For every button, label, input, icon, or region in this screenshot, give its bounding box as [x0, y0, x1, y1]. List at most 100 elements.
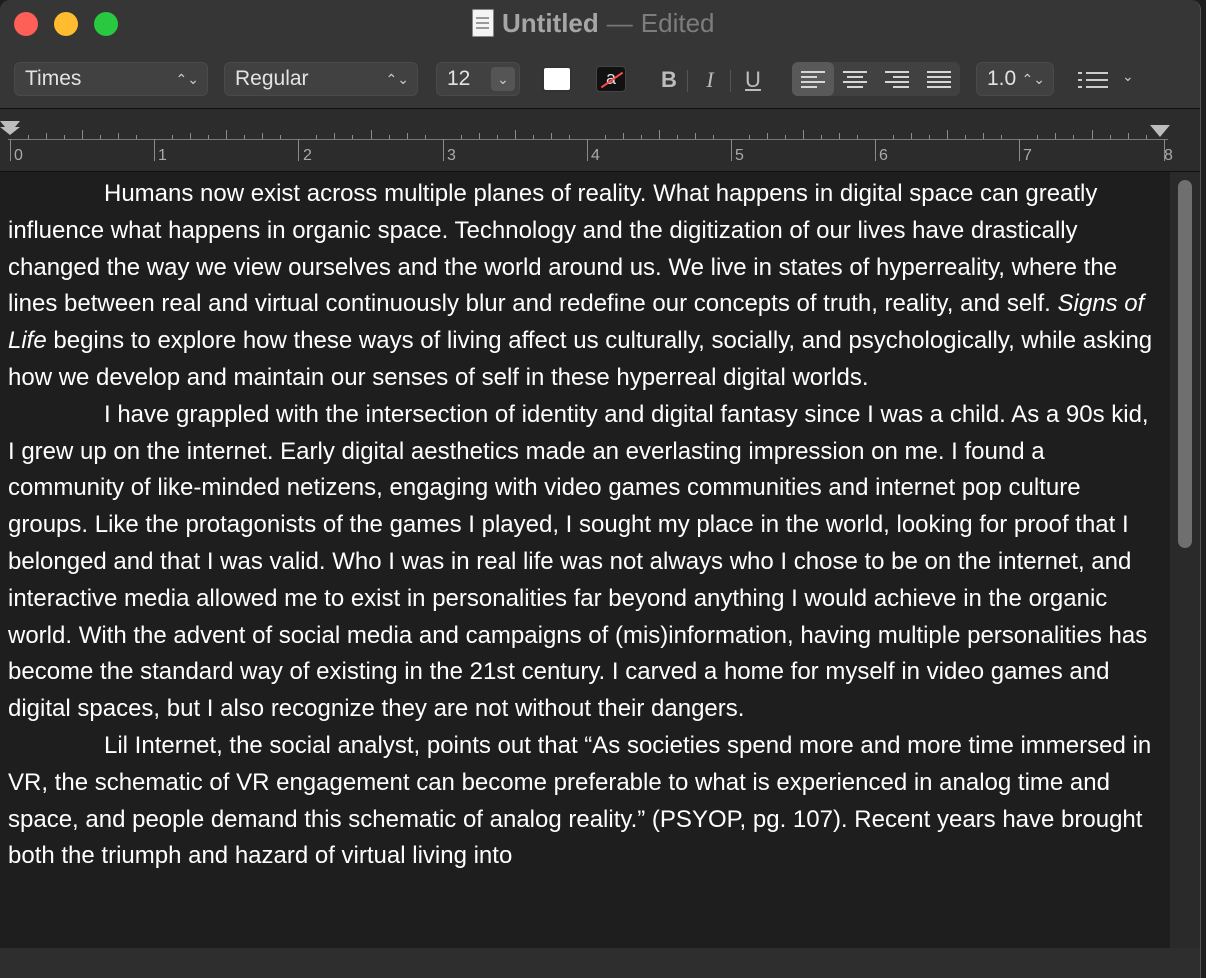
chevron-down-icon[interactable]: ⌄ [1122, 68, 1134, 85]
format-toolbar: Times ⌃⌄ Regular ⌃⌄ 12 ⌄ a B I U [0, 48, 1200, 109]
align-center-icon [843, 71, 867, 88]
ruler-baseline [8, 139, 1168, 140]
ruler-tick [622, 133, 624, 139]
ruler-tick [496, 135, 498, 139]
ruler-tick [226, 130, 228, 139]
paragraph[interactable]: Lil Internet, the social analyst, points… [8, 728, 1156, 875]
font-size-combo[interactable]: 12 ⌄ [436, 62, 520, 96]
ruler-number: 8 [1164, 147, 1173, 164]
ruler-tick [712, 135, 714, 139]
ruler-tick [640, 135, 642, 139]
textedit-window: Untitled — Edited Times ⌃⌄ Regular ⌃⌄ 12… [0, 0, 1201, 978]
ruler-tick [857, 135, 859, 139]
ruler-tick [1001, 135, 1003, 139]
ruler-number: 6 [879, 147, 888, 164]
title-bar[interactable]: Untitled — Edited [0, 0, 1200, 48]
ruler-tick [1055, 133, 1057, 139]
ruler-number: 4 [591, 147, 600, 164]
ruler-tick [154, 139, 156, 161]
ruler-tick [767, 133, 769, 139]
ruler-tick [893, 135, 895, 139]
zoom-window-button[interactable] [94, 12, 118, 36]
ruler-tick [370, 130, 372, 139]
ruler-tick [406, 133, 408, 139]
font-style-value: Regular [235, 67, 309, 90]
ruler-tick [911, 133, 913, 139]
align-right-button[interactable] [876, 62, 918, 96]
align-right-icon [885, 71, 909, 88]
ruler-tick [749, 135, 751, 139]
chevron-down-icon[interactable]: ⌄ [491, 67, 515, 91]
ruler-number: 7 [1023, 147, 1032, 164]
ruler-tick [1145, 135, 1147, 139]
minimize-window-button[interactable] [54, 12, 78, 36]
ruler-number: 5 [735, 147, 744, 164]
italic-button[interactable]: I [695, 66, 725, 94]
left-indent-marker[interactable] [0, 127, 20, 135]
document-body[interactable]: Humans now exist across multiple planes … [0, 172, 1170, 875]
line-spacing-popup[interactable]: 1.0 ⌃⌄ [976, 62, 1054, 96]
ruler-tick [244, 135, 246, 139]
ruler-tick [550, 133, 552, 139]
ruler-tick [1073, 135, 1075, 139]
ruler-tick [46, 133, 48, 139]
ruler-tick [1037, 135, 1039, 139]
align-center-button[interactable] [834, 62, 876, 96]
paragraph[interactable]: Humans now exist across multiple planes … [8, 176, 1156, 397]
ruler-tick [1127, 133, 1129, 139]
ruler-number: 2 [303, 147, 312, 164]
scrollbar-thumb[interactable] [1178, 180, 1192, 548]
font-size-value[interactable]: 12 [447, 67, 470, 90]
underline-button[interactable]: U [738, 66, 768, 94]
up-down-chevron-icon: ⌃⌄ [385, 71, 409, 87]
ruler-tick [875, 139, 877, 161]
justify-icon [927, 71, 951, 88]
font-style-popup[interactable]: Regular ⌃⌄ [224, 62, 418, 96]
ruler-tick [839, 133, 841, 139]
ruler-tick [568, 135, 570, 139]
ruler-tick [676, 135, 678, 139]
right-indent-marker[interactable] [1150, 125, 1170, 137]
ruler-tick [604, 135, 606, 139]
ruler[interactable]: 0 1 2 3 4 5 6 7 8 [0, 109, 1200, 172]
title-separator: — [606, 7, 633, 38]
line-spacing-value: 1.0 [987, 67, 1017, 90]
ruler-tick [280, 135, 282, 139]
ruler-tick [442, 139, 444, 161]
font-family-value: Times [25, 67, 82, 90]
justify-button[interactable] [918, 62, 960, 96]
close-window-button[interactable] [14, 12, 38, 36]
ruler-number: 3 [447, 147, 456, 164]
up-down-chevron-icon: ⌃⌄ [175, 71, 199, 87]
background-color-well[interactable]: a [596, 66, 626, 92]
ruler-tick [785, 135, 787, 139]
list-bullets-button[interactable] [1078, 70, 1112, 90]
paragraph[interactable]: I have grappled with the intersection of… [8, 397, 1156, 728]
document-icon[interactable] [472, 9, 494, 37]
document-text-area[interactable]: Humans now exist across multiple planes … [0, 172, 1170, 948]
ruler-tick [1019, 139, 1021, 161]
vertical-scrollbar[interactable] [1170, 172, 1200, 948]
ruler-tick [136, 135, 138, 139]
window-title[interactable]: Untitled — Edited [472, 8, 715, 38]
ruler-tick [208, 135, 210, 139]
ruler-tick [803, 130, 805, 139]
text-color-well[interactable] [542, 66, 572, 92]
ruler-tick [965, 135, 967, 139]
divider [687, 70, 688, 92]
ruler-tick [262, 133, 264, 139]
align-left-button[interactable] [792, 62, 834, 96]
paragraph-text: Lil Internet, the social analyst, points… [8, 731, 1152, 870]
ruler-tick [100, 135, 102, 139]
align-left-icon [801, 71, 825, 88]
ruler-tick [1091, 130, 1093, 139]
ruler-tick [947, 130, 949, 139]
ruler-tick [1109, 135, 1111, 139]
alignment-segmented-control [792, 62, 960, 96]
ruler-tick [424, 135, 426, 139]
font-family-popup[interactable]: Times ⌃⌄ [14, 62, 208, 96]
ruler-tick [514, 130, 516, 139]
ruler-tick [82, 130, 84, 139]
bold-button[interactable]: B [654, 66, 684, 94]
document-name: Untitled [502, 7, 599, 38]
